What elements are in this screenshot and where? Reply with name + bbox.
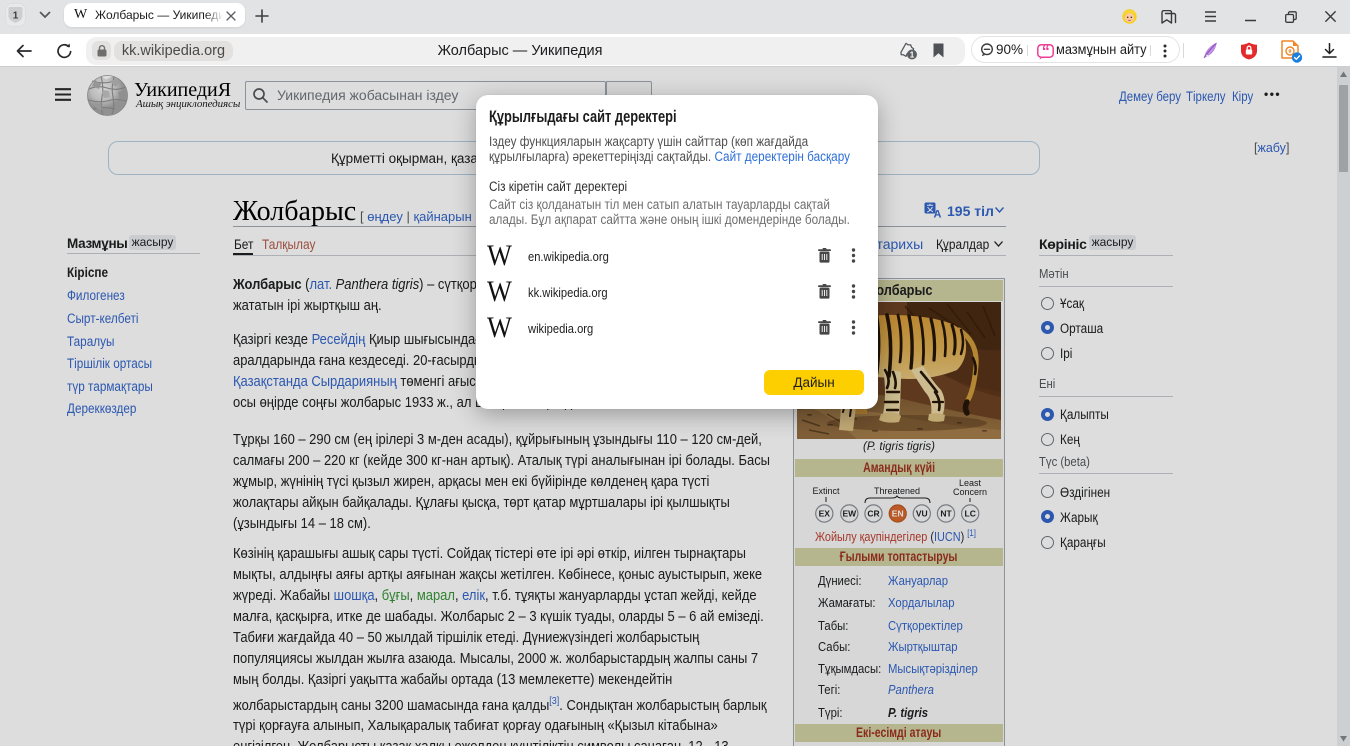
- svg-text:1: 1: [13, 11, 19, 22]
